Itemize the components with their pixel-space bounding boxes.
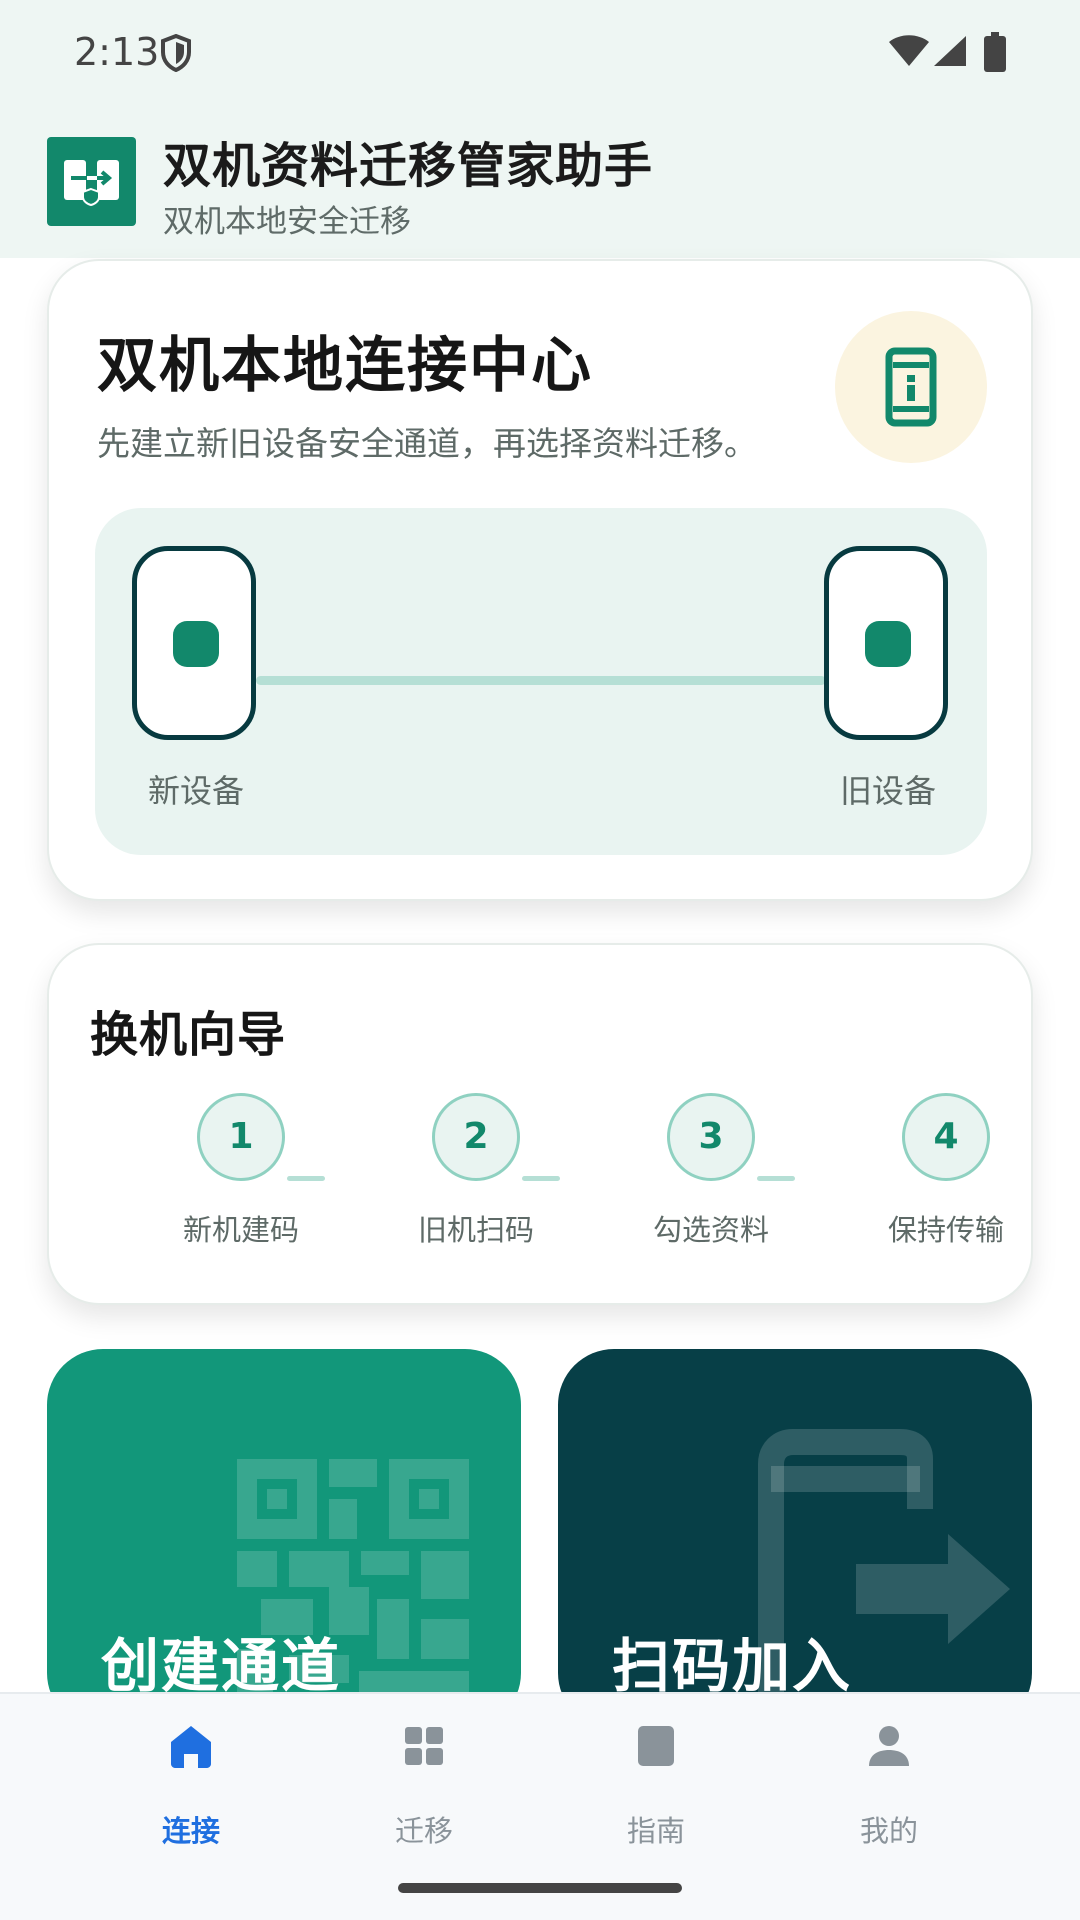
- shield-icon: [161, 34, 191, 72]
- connection-center-title: 双机本地连接中心: [97, 331, 593, 401]
- guide-step-2: 2 旧机扫码: [376, 1093, 576, 1249]
- nav-label: 我的: [859, 1814, 918, 1848]
- new-device-indicator: [173, 621, 219, 667]
- book-icon: [638, 1726, 674, 1766]
- nav-tab-guide[interactable]: 指南: [576, 1722, 736, 1850]
- step-label: 旧机扫码: [417, 1213, 534, 1247]
- guide-step-4: 4 保持传输: [846, 1093, 1046, 1249]
- step-number-badge: 1: [197, 1093, 285, 1181]
- phone-info-icon: [835, 311, 987, 463]
- status-bar: 2:13: [0, 0, 1080, 100]
- step-label: 保持传输: [887, 1213, 1004, 1247]
- signal-icon: [934, 36, 966, 66]
- step-connector: [287, 1176, 325, 1181]
- new-device-label: 新设备: [148, 772, 245, 810]
- screen: 2:13 双机资料迁移管家助手 双机本地安全迁移 双机本地连接中心 先建立新旧设…: [0, 0, 1080, 1920]
- step-number-badge: 2: [432, 1093, 520, 1181]
- step-number-badge: 4: [902, 1093, 990, 1181]
- grid-icon: [405, 1727, 443, 1765]
- app-title: 双机资料迁移管家助手: [163, 138, 654, 194]
- nav-tab-migrate[interactable]: 迁移: [344, 1722, 504, 1850]
- old-device-phone: [824, 546, 948, 740]
- step-label: 新机建码: [182, 1213, 299, 1247]
- scan-join-button[interactable]: 扫码加入: [558, 1349, 1032, 1729]
- create-channel-label: 创建通道: [101, 1632, 342, 1700]
- step-label: 勾选资料: [652, 1213, 769, 1247]
- switch-guide-card: 换机向导 1 新机建码 2 旧机扫码 3 勾选资料 4 保持传输: [47, 943, 1033, 1305]
- top-area: 2:13 双机资料迁移管家助手 双机本地安全迁移: [0, 0, 1080, 258]
- app-header: 双机资料迁移管家助手 双机本地安全迁移: [0, 120, 1080, 250]
- step-connector: [522, 1176, 560, 1181]
- new-device-phone: [132, 546, 256, 740]
- connection-center-description: 先建立新旧设备安全通道，再选择资料迁移。: [97, 424, 757, 463]
- create-channel-button[interactable]: 创建通道: [47, 1349, 521, 1729]
- status-time: 2:13: [74, 30, 160, 74]
- app-subtitle: 双机本地安全迁移: [163, 204, 411, 240]
- scan-join-label: 扫码加入: [612, 1632, 853, 1700]
- guide-step-3: 3 勾选资料: [611, 1093, 811, 1249]
- old-device-indicator: [865, 621, 911, 667]
- device-link-panel: 新设备 旧设备: [95, 508, 987, 855]
- nav-tab-profile[interactable]: 我的: [809, 1722, 969, 1850]
- battery-icon: [984, 32, 1006, 72]
- nav-label: 连接: [161, 1814, 220, 1848]
- transfer-logo-icon: [47, 137, 136, 226]
- step-number-badge: 3: [667, 1093, 755, 1181]
- guide-step-1: 1 新机建码: [141, 1093, 341, 1249]
- wifi-icon: [889, 35, 929, 66]
- home-indicator[interactable]: [398, 1883, 682, 1893]
- nav-tab-connect[interactable]: 连接: [111, 1722, 271, 1850]
- nav-label: 指南: [626, 1814, 685, 1848]
- step-connector: [757, 1176, 795, 1181]
- device-link-line: [256, 676, 826, 685]
- old-device-label: 旧设备: [840, 772, 937, 810]
- nav-label: 迁移: [394, 1814, 453, 1848]
- person-icon: [869, 1726, 909, 1766]
- guide-title: 换机向导: [90, 1007, 287, 1063]
- connection-center-card: 双机本地连接中心 先建立新旧设备安全通道，再选择资料迁移。 新设备 旧设备: [47, 259, 1033, 901]
- home-icon: [171, 1726, 211, 1768]
